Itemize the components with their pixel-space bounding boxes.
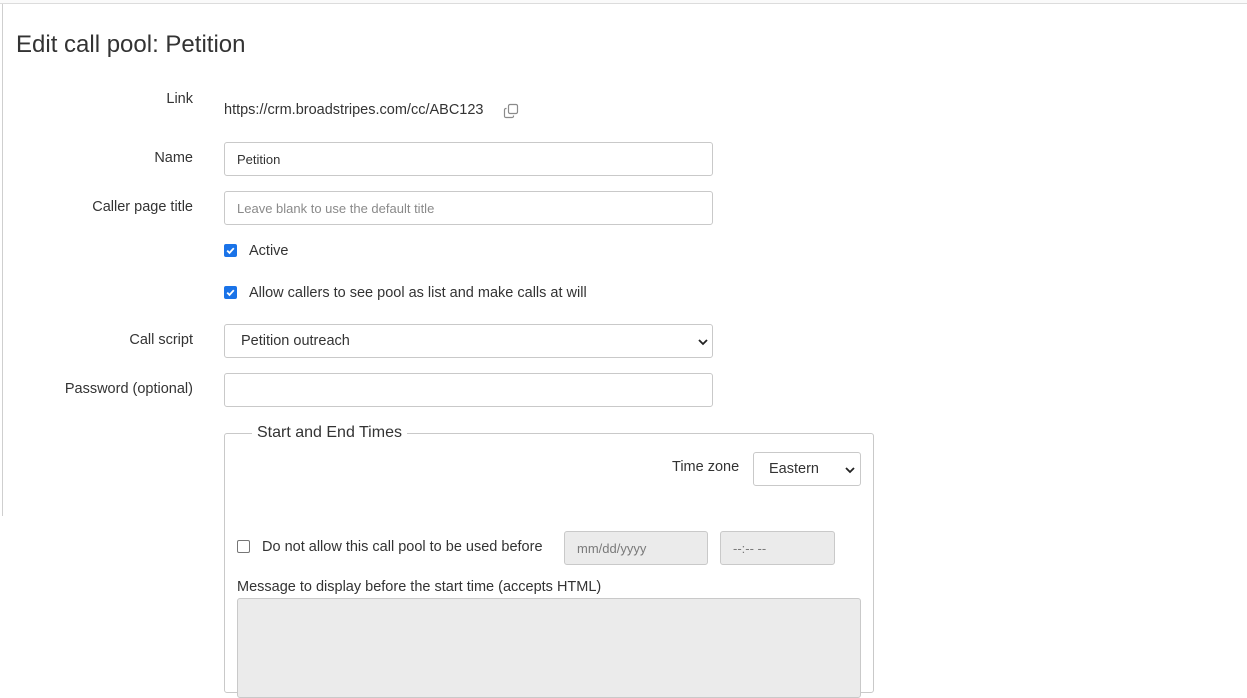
link-label: Link	[166, 91, 193, 107]
name-label: Name	[154, 150, 193, 166]
message-textarea[interactable]	[237, 598, 861, 698]
top-bar	[0, 0, 1247, 4]
chevron-down-icon	[845, 467, 855, 474]
checkmark-icon	[226, 289, 235, 297]
not-before-label: Do not allow this call pool to be used b…	[262, 539, 543, 555]
not-before-checkbox[interactable]	[237, 540, 250, 553]
timezone-select[interactable]: Eastern	[753, 452, 861, 486]
checkmark-icon	[226, 247, 235, 255]
copy-icon[interactable]	[503, 103, 519, 119]
start-time-placeholder: --:-- --	[733, 540, 767, 556]
left-panel-edge	[0, 4, 3, 516]
timezone-selected: Eastern	[769, 461, 819, 477]
start-date-input[interactable]: mm/dd/yyyy	[564, 531, 708, 565]
chevron-down-icon	[698, 339, 708, 346]
caller-page-title-label: Caller page title	[92, 199, 193, 215]
allow-list-label: Allow callers to see pool as list and ma…	[249, 285, 587, 301]
active-checkbox[interactable]	[224, 244, 237, 257]
caller-page-title-input[interactable]	[224, 191, 713, 225]
call-script-selected: Petition outreach	[241, 333, 350, 349]
start-time-input[interactable]: --:-- --	[720, 531, 835, 565]
call-script-select[interactable]: Petition outreach	[224, 324, 713, 358]
name-input[interactable]	[224, 142, 713, 176]
page-title: Edit call pool: Petition	[16, 31, 246, 58]
start-end-times-legend: Start and End Times	[252, 424, 407, 442]
password-label: Password (optional)	[64, 381, 193, 397]
active-label: Active	[249, 243, 289, 259]
timezone-label: Time zone	[672, 459, 740, 475]
start-date-placeholder: mm/dd/yyyy	[577, 540, 647, 556]
password-input[interactable]	[224, 373, 713, 407]
allow-list-checkbox[interactable]	[224, 286, 237, 299]
link-url[interactable]: https://crm.broadstripes.com/cc/ABC123	[224, 102, 484, 118]
call-script-label: Call script	[129, 332, 193, 348]
message-label: Message to display before the start time…	[237, 579, 602, 595]
